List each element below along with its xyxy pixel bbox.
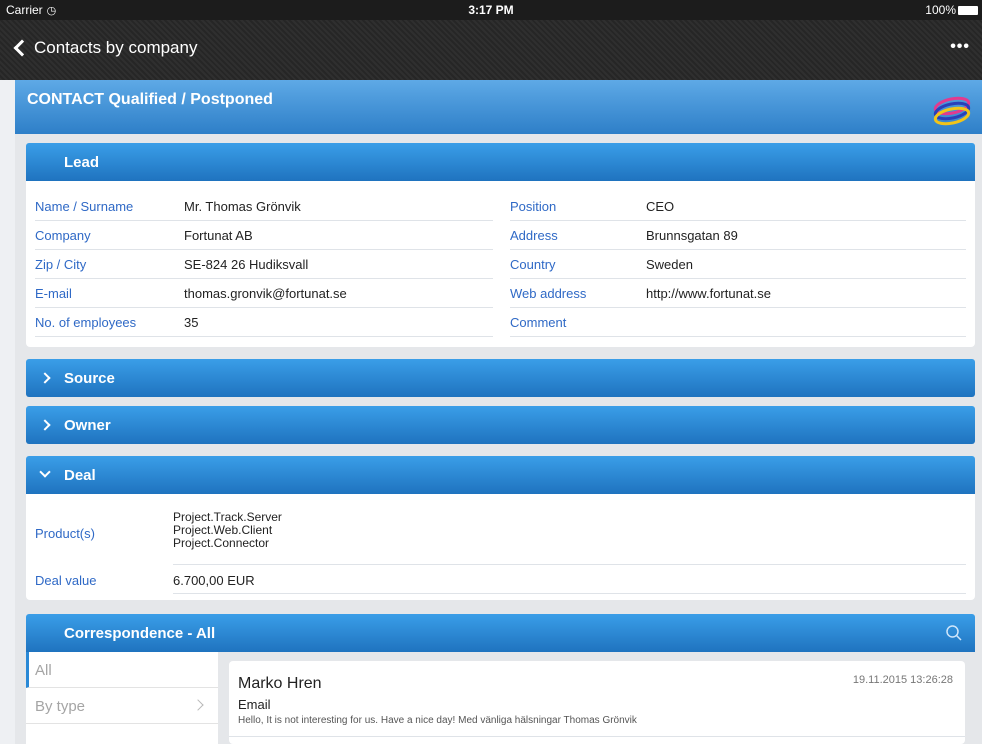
field-label: Zip / City <box>35 257 87 272</box>
field-value: Brunnsgatan 89 <box>646 228 738 243</box>
filter-by-type-label: By type <box>35 698 86 715</box>
lead-row-country: Country Sweden <box>510 250 966 279</box>
chevron-down-icon <box>39 466 51 478</box>
owner-section-header[interactable]: Owner <box>26 406 975 444</box>
products-label: Product(s) <box>35 526 95 541</box>
lead-row-employees: No. of employees 35 <box>35 308 493 337</box>
field-label: Comment <box>510 315 567 330</box>
chevron-right-icon <box>192 699 204 711</box>
field-label: Position <box>510 199 557 214</box>
deal-section-header[interactable]: Deal <box>26 456 975 494</box>
search-icon[interactable] <box>945 624 963 642</box>
lead-row-address: Address Brunnsgatan 89 <box>510 221 966 250</box>
lead-row-name: Name / Surname Mr. Thomas Grönvik <box>35 192 493 221</box>
products-list: Project.Track.Server Project.Web.Client … <box>173 511 966 565</box>
deal-value: 6.700,00 EUR <box>173 573 255 588</box>
lead-row-position: Position CEO <box>510 192 966 221</box>
field-label: Address <box>510 228 558 243</box>
content-area: Lead Name / Surname Mr. Thomas Grönvik C… <box>15 134 982 744</box>
sender-name: Marko Hren <box>238 675 322 692</box>
correspondence-section-title: Correspondence - All <box>64 625 216 642</box>
page-header: CONTACT Qualified / Postponed <box>15 80 982 134</box>
field-value: 35 <box>184 315 199 330</box>
field-label: Company <box>35 228 91 243</box>
field-label: E-mail <box>35 286 72 301</box>
source-section-header[interactable]: Source <box>26 359 975 397</box>
deal-card: Product(s) Project.Track.Server Project.… <box>26 494 975 600</box>
correspondence-section-header: Correspondence - All <box>26 614 975 652</box>
owner-section-title: Owner <box>64 417 111 434</box>
clock: 3:17 PM <box>468 3 514 17</box>
field-value: thomas.gronvik@fortunat.se <box>184 286 347 301</box>
lead-row-email: E-mail thomas.gronvik@fortunat.se <box>35 279 493 308</box>
product-item: Project.Web.Client <box>173 523 273 537</box>
correspondence-filter-list: All By type <box>26 652 218 744</box>
chevron-right-icon <box>39 372 51 384</box>
page-title: CONTACT Qualified / Postponed <box>27 91 273 108</box>
lead-row-zip-city: Zip / City SE-824 26 Hudiksvall <box>35 250 493 279</box>
app-logo <box>933 96 971 126</box>
source-section-title: Source <box>64 370 115 387</box>
divider <box>229 736 965 737</box>
field-value: Mr. Thomas Grönvik <box>184 199 301 214</box>
product-item: Project.Track.Server <box>173 510 282 524</box>
battery-icon <box>958 6 978 15</box>
lead-card: Name / Surname Mr. Thomas Grönvik Compan… <box>26 181 975 347</box>
product-item: Project.Connector <box>173 536 270 550</box>
more-options-button[interactable]: ••• <box>950 38 970 56</box>
back-button-label: Contacts by company <box>34 38 198 57</box>
lead-section-title: Lead <box>64 154 100 171</box>
field-value: Fortunat AB <box>184 228 253 243</box>
filter-all-label: All <box>35 662 52 679</box>
deal-section-title: Deal <box>64 467 96 484</box>
field-value: Sweden <box>646 257 693 272</box>
back-button[interactable]: Contacts by company <box>12 38 197 58</box>
navigation-bar: Contacts by company ••• <box>0 20 982 80</box>
correspondence-type: Email <box>238 697 271 712</box>
lead-row-comment: Comment <box>510 308 966 337</box>
lead-row-web-address: Web address http://www.fortunat.se <box>510 279 966 308</box>
deal-value-row: 6.700,00 EUR <box>173 566 966 594</box>
battery-percent: 100% <box>925 3 956 17</box>
filter-by-type[interactable]: By type <box>26 688 218 724</box>
field-label: No. of employees <box>35 315 137 330</box>
field-value: CEO <box>646 199 675 214</box>
field-label: Country <box>510 257 556 272</box>
correspondence-item[interactable]: Marko Hren 19.11.2015 13:26:28 Email Hel… <box>229 661 965 744</box>
deal-value-label: Deal value <box>35 573 97 588</box>
timestamp: 19.11.2015 13:26:28 <box>852 674 953 686</box>
status-bar: Carrier ◷ 3:17 PM 100% <box>0 0 982 20</box>
field-label: Name / Surname <box>35 199 134 214</box>
lead-section-header[interactable]: Lead <box>26 143 975 181</box>
field-value: SE-824 26 Hudiksvall <box>184 257 309 272</box>
field-value[interactable]: http://www.fortunat.se <box>646 286 771 301</box>
chevron-right-icon <box>39 419 51 431</box>
filter-all[interactable]: All <box>26 652 218 688</box>
field-label: Web address <box>510 286 587 301</box>
lead-row-company: Company Fortunat AB <box>35 221 493 250</box>
chevron-left-icon <box>13 39 31 57</box>
message-snippet: Hello, It is not interesting for us. Hav… <box>238 715 637 726</box>
